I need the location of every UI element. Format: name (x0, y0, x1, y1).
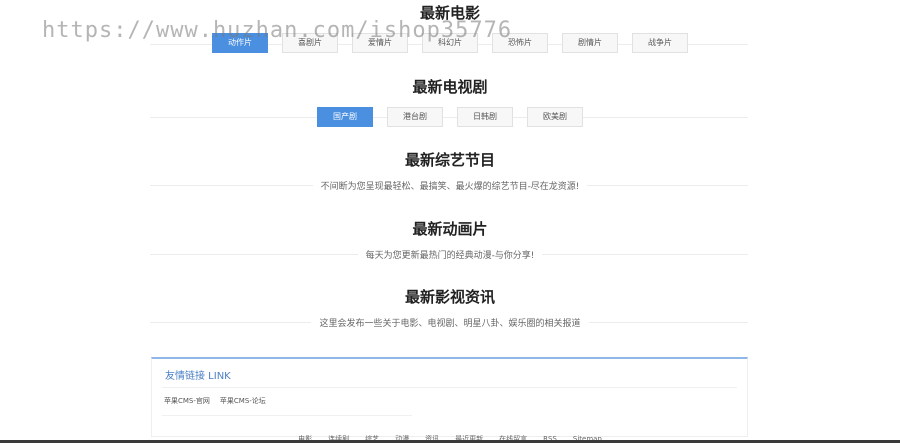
variety-subtitle: 不间断为您呈现最轻松、最搞笑、最火爆的综艺节目-尽在龙资源! (0, 179, 900, 192)
news-subtitle: 这里会发布一些关于电影、电视剧、明星八卦、娱乐圈的相关报道 (0, 316, 900, 329)
variety-section: 最新综艺节目 (0, 150, 900, 170)
tab-drama[interactable]: 剧情片 (562, 33, 618, 53)
tv-tabs: 国产剧 港台剧 日韩剧 欧美剧 (0, 107, 900, 127)
tv-title: 最新电视剧 (412, 78, 488, 96)
friend-links-divider (162, 415, 412, 416)
anime-subtitle: 每天为您更新最热门的经典动漫-与你分享! (0, 248, 900, 261)
variety-title: 最新综艺节目 (404, 151, 495, 169)
friend-links-box: 友情链接 LINK 苹果CMS-官网 苹果CMS-论坛 (151, 357, 748, 437)
tv-section: 最新电视剧 (0, 77, 900, 97)
tab-jp-kr[interactable]: 日韩剧 (457, 107, 513, 127)
tab-war[interactable]: 战争片 (632, 33, 688, 53)
friend-links-divider (162, 387, 737, 388)
friend-links-title: 友情链接 LINK (165, 371, 231, 382)
anime-section: 最新动画片 (0, 219, 900, 239)
friend-link[interactable]: 苹果CMS-官网 (164, 397, 210, 405)
tab-hk-tw[interactable]: 港台剧 (387, 107, 443, 127)
friend-links-list: 苹果CMS-官网 苹果CMS-论坛 (164, 396, 276, 406)
news-title: 最新影视资讯 (404, 288, 495, 306)
news-section: 最新影视资讯 (0, 287, 900, 307)
tab-western[interactable]: 欧美剧 (527, 107, 583, 127)
anime-title: 最新动画片 (412, 220, 488, 238)
tab-domestic[interactable]: 国产剧 (317, 107, 373, 127)
watermark: https://www.huzhan.com/ishop35776 (42, 18, 513, 43)
friend-link[interactable]: 苹果CMS-论坛 (220, 397, 266, 405)
